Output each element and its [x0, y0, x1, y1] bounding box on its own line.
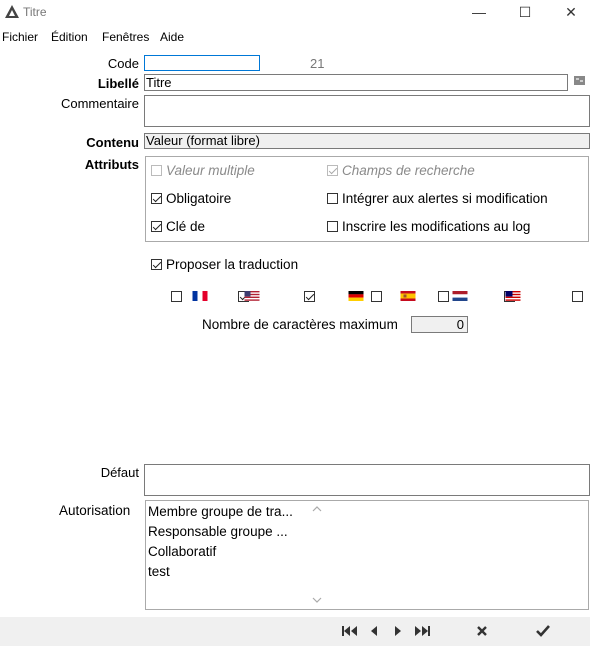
scroll-up-icon[interactable] — [312, 505, 322, 513]
attr-obligatoire[interactable]: Obligatoire — [151, 191, 231, 206]
app-logo-icon — [5, 5, 19, 18]
cancel-button[interactable] — [472, 622, 492, 640]
flag-nl-icon — [452, 291, 468, 301]
attributes-box: Valeur multiple Champs de recherche Obli… — [145, 156, 589, 242]
attr-checkbox[interactable] — [151, 221, 162, 232]
attr-cle[interactable]: Clé de — [151, 219, 205, 234]
validate-button[interactable] — [533, 622, 553, 640]
proposer-checkbox[interactable] — [151, 259, 162, 270]
list-item[interactable]: Collaboratif — [148, 544, 216, 559]
flag-us-icon — [244, 291, 260, 301]
max-chars-input[interactable]: 0 — [411, 316, 468, 333]
defaut-input[interactable] — [144, 464, 590, 496]
close-icon — [477, 626, 487, 636]
attr-valeur-multiple[interactable]: Valeur multiple — [151, 163, 255, 178]
attr-alertes[interactable]: Intégrer aux alertes si modification — [327, 191, 548, 206]
checkmark-icon — [536, 625, 550, 637]
lang-checkbox-de[interactable] — [370, 291, 382, 302]
list-item[interactable]: test — [148, 564, 170, 579]
menu-bar: Fichier Édition Fenêtres Aide — [0, 27, 590, 47]
commentaire-input[interactable] — [144, 95, 590, 127]
menu-fenetres[interactable]: Fenêtres — [102, 30, 149, 44]
list-item[interactable]: Responsable groupe ... — [148, 524, 288, 539]
contenu-field: Valeur (format libre) — [144, 133, 590, 149]
skip-last-icon — [415, 626, 430, 636]
menu-edition[interactable]: Édition — [51, 30, 88, 44]
attr-log[interactable]: Inscrire les modifications au log — [327, 219, 530, 234]
libelle-input[interactable]: Titre — [144, 74, 568, 91]
list-scrollbar[interactable] — [310, 501, 325, 609]
scroll-down-icon[interactable] — [312, 596, 322, 604]
minimize-button[interactable]: — — [456, 0, 502, 26]
attr-checkbox[interactable] — [151, 165, 162, 176]
flag-my-icon — [505, 291, 521, 301]
attr-checkbox[interactable] — [327, 165, 338, 176]
contenu-label: Contenu — [86, 135, 139, 150]
flag-de-icon — [348, 291, 364, 301]
defaut-label: Défaut — [100, 465, 139, 480]
lang-checkbox-fr[interactable] — [171, 291, 182, 302]
lang-checkbox-3[interactable] — [304, 291, 316, 302]
skip-first-icon — [342, 626, 357, 636]
attr-checkbox[interactable] — [327, 221, 338, 232]
proposer-traduction[interactable]: Proposer la traduction — [151, 257, 298, 272]
flag-fr-icon — [192, 291, 208, 301]
window-title: Titre — [23, 5, 47, 19]
title-bar: Titre — ☐ ✕ — [0, 0, 590, 26]
lang-checkbox-my[interactable] — [571, 291, 583, 302]
attributs-label: Attributs — [84, 157, 139, 172]
translate-flag-icon[interactable] — [573, 75, 587, 87]
next-icon — [395, 626, 401, 636]
attr-checkbox[interactable] — [151, 193, 162, 204]
last-record-button[interactable] — [412, 622, 432, 640]
max-chars-label: Nombre de caractères maximum — [202, 317, 398, 332]
lang-checkbox-es[interactable] — [437, 291, 449, 302]
maximize-button[interactable]: ☐ — [502, 0, 548, 26]
bottom-toolbar — [0, 617, 590, 646]
commentaire-label: Commentaire — [60, 96, 139, 111]
list-item[interactable]: Membre groupe de tra... — [148, 504, 293, 519]
code-number: 21 — [310, 56, 325, 71]
autorisation-label: Autorisation — [59, 503, 131, 518]
libelle-label: Libellé — [97, 76, 139, 91]
menu-fichier[interactable]: Fichier — [2, 30, 38, 44]
code-label: Code — [107, 56, 139, 71]
attr-champs-recherche[interactable]: Champs de recherche — [327, 163, 475, 178]
next-record-button[interactable] — [388, 622, 408, 640]
previous-record-button[interactable] — [364, 622, 384, 640]
attr-checkbox[interactable] — [327, 193, 338, 204]
previous-icon — [371, 626, 377, 636]
flag-es-icon — [400, 291, 416, 301]
menu-aide[interactable]: Aide — [160, 30, 184, 44]
first-record-button[interactable] — [340, 622, 360, 640]
code-input[interactable] — [144, 55, 260, 71]
close-button[interactable]: ✕ — [548, 0, 590, 26]
